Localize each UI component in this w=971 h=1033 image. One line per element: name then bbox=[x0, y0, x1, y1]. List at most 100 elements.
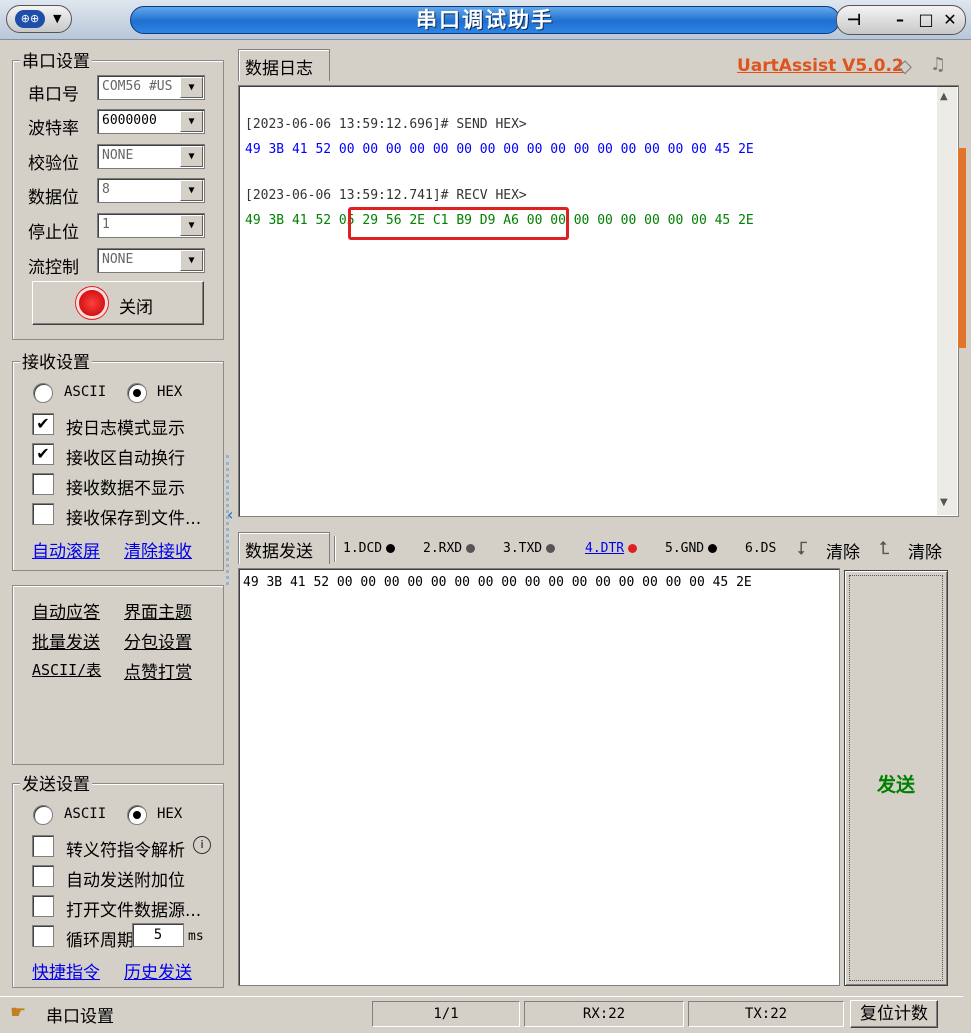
tab-data-send[interactable]: 数据发送 bbox=[238, 532, 330, 564]
clear-receive-link[interactable]: 清除接收 bbox=[124, 537, 192, 562]
flow-select[interactable]: NONE ▼ bbox=[97, 248, 205, 273]
clear-receive-button[interactable]: 清除 bbox=[826, 538, 860, 563]
send-ascii-label: ASCII bbox=[64, 806, 107, 822]
clear-receive-icon[interactable]: ⮦ bbox=[797, 538, 808, 559]
pin-dsr: 6.DS bbox=[745, 541, 776, 556]
port-value: COM56 #US bbox=[102, 79, 173, 94]
tab-data-log[interactable]: 数据日志 bbox=[238, 49, 330, 81]
pin-dtr-led-icon bbox=[628, 544, 638, 553]
pin-rxd: 2.RXD bbox=[423, 541, 476, 556]
chevron-down-icon[interactable]: ▼ bbox=[180, 250, 203, 271]
save-to-file-checkbox[interactable] bbox=[32, 503, 54, 525]
send-button-label: 发送 bbox=[849, 575, 943, 981]
auto-reply-link[interactable]: 自动应答 bbox=[32, 598, 100, 623]
status-bar: ☛ 串口设置 1/1 RX:22 TX:22 复位计数 bbox=[0, 996, 971, 1033]
pin-dcd-led-icon bbox=[386, 544, 396, 553]
auto-append-checkbox[interactable] bbox=[32, 865, 54, 887]
save-to-file-label: 接收保存到文件... bbox=[66, 509, 202, 529]
log-scrollbar[interactable]: ▲ ▼ bbox=[937, 87, 957, 515]
open-close-port-button[interactable]: 关闭 bbox=[32, 281, 204, 325]
theme-link[interactable]: 界面主题 bbox=[124, 598, 192, 623]
reset-count-button[interactable]: 复位计数 bbox=[850, 1000, 938, 1028]
pin-txd: 3.TXD bbox=[503, 541, 556, 556]
system-menu-button[interactable]: ⊕⊕ ▼ bbox=[6, 5, 72, 33]
serial-settings-title: 串口设置 bbox=[20, 47, 92, 72]
open-close-label: 关闭 bbox=[119, 298, 153, 318]
file-source-label: 打开文件数据源... bbox=[66, 901, 202, 921]
escape-parse-checkbox[interactable] bbox=[32, 835, 54, 857]
auto-append-label: 自动发送附加位 bbox=[66, 871, 185, 891]
stopbits-select[interactable]: 1 ▼ bbox=[97, 213, 205, 238]
page-indicator: 1/1 bbox=[372, 1001, 520, 1027]
hide-receive-checkbox[interactable] bbox=[32, 473, 54, 495]
rx-counter: RX:22 bbox=[524, 1001, 684, 1027]
chevron-down-icon: ▼ bbox=[53, 12, 62, 25]
panel-splitter[interactable]: ‹ bbox=[226, 455, 233, 585]
log-entry-data-send: 49 3B 41 52 00 00 00 00 00 00 00 00 00 0… bbox=[245, 142, 754, 157]
chevron-down-icon[interactable]: ▼ bbox=[180, 146, 203, 167]
auto-wrap-label: 接收区自动换行 bbox=[66, 449, 185, 469]
clear-send-button[interactable]: 清除 bbox=[908, 538, 942, 563]
receive-hex-radio[interactable] bbox=[127, 383, 147, 403]
bell-icon[interactable]: ♫ bbox=[930, 54, 946, 75]
pin-dsr-label: 6.DS bbox=[745, 541, 777, 556]
packet-settings-link[interactable]: 分包设置 bbox=[124, 628, 192, 653]
databits-value: 8 bbox=[102, 182, 110, 197]
send-ascii-radio[interactable] bbox=[33, 805, 53, 825]
receive-ascii-radio[interactable] bbox=[33, 383, 53, 403]
pin-gnd-label: 5.GND bbox=[665, 541, 705, 556]
donate-link[interactable]: 点赞打赏 bbox=[124, 658, 192, 683]
history-link[interactable]: 历史发送 bbox=[124, 958, 192, 983]
hide-receive-label: 接收数据不显示 bbox=[66, 479, 185, 499]
baud-select[interactable]: 6000000 ▼ bbox=[97, 109, 205, 134]
pin-dtr[interactable]: 4.DTR bbox=[585, 541, 638, 556]
brand-link[interactable]: UartAssist V5.0.2 bbox=[737, 56, 904, 76]
ascii-table-link[interactable]: ASCII/表 bbox=[32, 659, 101, 680]
auto-wrap-checkbox[interactable]: ✔ bbox=[32, 443, 54, 465]
hand-pointer-icon: ☛ bbox=[10, 1002, 27, 1023]
parity-select[interactable]: NONE ▼ bbox=[97, 144, 205, 169]
cycle-period-unit: ms bbox=[188, 929, 204, 944]
window-title: 串口调试助手 bbox=[130, 6, 840, 34]
status-led-icon bbox=[79, 290, 105, 316]
pin-txd-label: 3.TXD bbox=[503, 541, 543, 556]
scroll-up-icon[interactable]: ▲ bbox=[940, 91, 948, 102]
app-logo-icon: ⊕⊕ bbox=[15, 10, 45, 28]
send-content: 49 3B 41 52 00 00 00 00 00 00 00 00 00 0… bbox=[243, 575, 752, 590]
window-edge-accent bbox=[958, 148, 966, 348]
receive-settings-title: 接收设置 bbox=[20, 348, 92, 373]
receive-log-area[interactable]: [2023-06-06 13:59:12.696]# SEND HEX> 49 … bbox=[238, 85, 959, 517]
status-label: 串口设置 bbox=[46, 1007, 114, 1027]
send-input-area[interactable]: 49 3B 41 52 00 00 00 00 00 00 00 00 00 0… bbox=[238, 568, 840, 986]
tx-counter: TX:22 bbox=[688, 1001, 844, 1027]
log-mode-label: 按日志模式显示 bbox=[66, 419, 185, 439]
maximize-button[interactable]: □ bbox=[913, 9, 939, 31]
pin-dcd: 1.DCD bbox=[343, 541, 396, 556]
send-hex-radio[interactable] bbox=[127, 805, 147, 825]
clear-send-icon[interactable]: ⮤ bbox=[879, 538, 890, 559]
batch-send-link[interactable]: 批量发送 bbox=[32, 628, 100, 653]
port-select[interactable]: COM56 #US ▼ bbox=[97, 75, 205, 100]
pin-icon[interactable]: ⊣ bbox=[841, 9, 867, 31]
pin-dtr-label[interactable]: 4.DTR bbox=[585, 541, 624, 556]
diamond-icon[interactable]: ◇ bbox=[898, 56, 912, 77]
info-icon[interactable]: i bbox=[193, 836, 211, 854]
send-button[interactable]: 发送 bbox=[844, 570, 948, 986]
title-bar: ⊕⊕ ▼ 串口调试助手 ⊣ – □ ✕ bbox=[0, 0, 971, 40]
chevron-down-icon[interactable]: ▼ bbox=[180, 180, 203, 201]
parity-value: NONE bbox=[102, 148, 134, 163]
chevron-left-icon[interactable]: ‹ bbox=[227, 505, 233, 524]
databits-select[interactable]: 8 ▼ bbox=[97, 178, 205, 203]
minimize-button[interactable]: – bbox=[887, 9, 913, 31]
close-button[interactable]: ✕ bbox=[937, 9, 963, 31]
log-mode-checkbox[interactable]: ✔ bbox=[32, 413, 54, 435]
autoscroll-link[interactable]: 自动滚屏 bbox=[32, 537, 100, 562]
chevron-down-icon[interactable]: ▼ bbox=[180, 77, 203, 98]
chevron-down-icon[interactable]: ▼ bbox=[180, 215, 203, 236]
cycle-send-checkbox[interactable] bbox=[32, 925, 54, 947]
chevron-down-icon[interactable]: ▼ bbox=[180, 111, 203, 132]
file-source-checkbox[interactable] bbox=[32, 895, 54, 917]
shortcuts-link[interactable]: 快捷指令 bbox=[32, 958, 100, 983]
cycle-period-input[interactable]: 5 bbox=[132, 923, 184, 947]
scroll-down-icon[interactable]: ▼ bbox=[940, 497, 948, 508]
